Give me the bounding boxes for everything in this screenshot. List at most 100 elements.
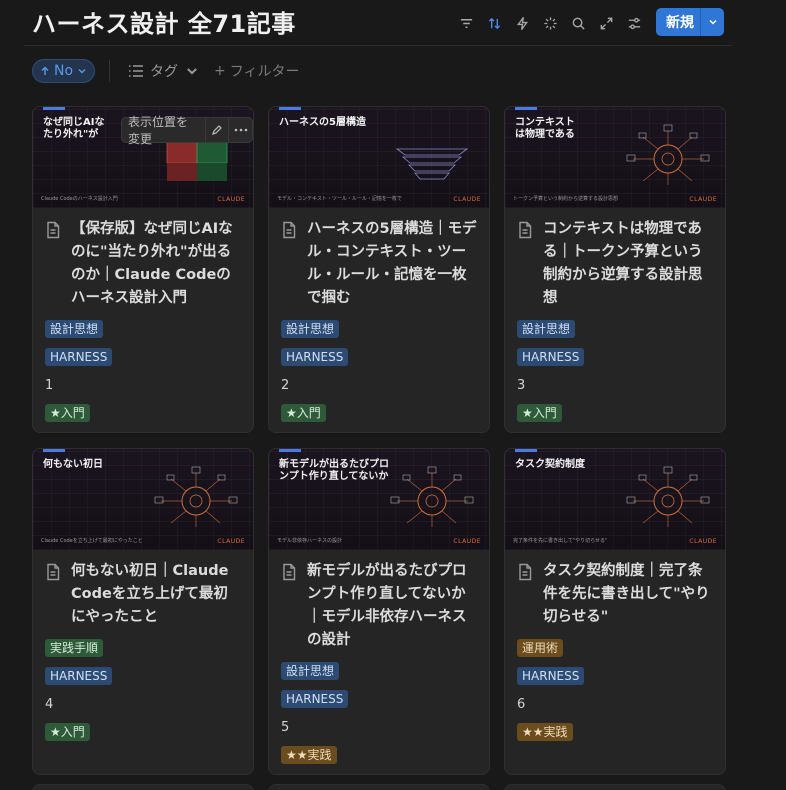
cover-title: 新モデルが出るたびプロ ンプト作り直してないか — [279, 459, 389, 482]
card-body: 【保存版】なぜ同じAIなのに"当たり外れ"が出るのか｜Claude Codeのハ… — [33, 208, 253, 432]
cover-caption: モデル非依存ハーネスの設計 — [277, 538, 343, 544]
gallery-card[interactable]: なぜ同じAIな たり外れ"が Claude Codeのハーネス設計入門 CLAUDE… — [32, 106, 254, 433]
level-tag: ★★実践 — [281, 746, 337, 764]
series-tag: HARNESS — [517, 667, 585, 685]
category-tag: 設計思想 — [281, 662, 340, 680]
category-tag: 実践手順 — [45, 639, 104, 657]
card-title[interactable]: 何もない初日｜Claude Codeを立ち上げて最初にやったこと — [71, 560, 241, 629]
gallery-card[interactable]: 何もない初日 Claude Codeを立ち上げて最初にやったこと CLAUDE 何もな… — [32, 448, 254, 775]
cover-caption: Claude Codeを立ち上げて最初にやったこと — [41, 538, 143, 544]
chevron-down-icon[interactable] — [700, 8, 724, 36]
card-title[interactable]: 【保存版】なぜ同じAIなのに"当たり外れ"が出るのか｜Claude Codeのハ… — [71, 218, 241, 310]
card-cover-image: タスク契約制度完了条件を先に書き出して"やり切らせる" CLAUDE — [505, 449, 725, 550]
chevron-down-icon — [187, 68, 197, 75]
card-body: 何もない初日｜Claude Codeを立ち上げて最初にやったこと実践手順 HARN… — [33, 550, 253, 755]
card-body: ハーネスの5層構造｜モデル・コンテキスト・ツール・ルール・記憶を一枚で掴む設計思… — [269, 208, 489, 432]
plus-icon: + — [214, 63, 226, 79]
filter-icon[interactable] — [452, 12, 480, 34]
reposition-button[interactable]: 表示位置を変更 — [122, 115, 205, 146]
expand-icon[interactable] — [592, 12, 620, 34]
card-hover-toolbar: 表示位置を変更 — [121, 115, 253, 146]
level-tag: ★入門 — [281, 404, 326, 422]
card-body: タスク契約制度｜完了条件を先に書き出して"やり切らせる" 運用術 HARNESS 6 ★… — [505, 550, 725, 755]
cover-title: タスク契約制度 — [515, 459, 585, 470]
cover-brand: CLAUDE — [453, 538, 481, 545]
card-cover-image: 何もない初日 Claude Codeを立ち上げて最初にやったこと CLAUDE — [33, 449, 253, 550]
page-icon — [517, 221, 535, 310]
series-tag: HARNESS — [517, 348, 585, 366]
series-tag: HARNESS — [281, 348, 349, 366]
lightning-icon[interactable] — [508, 12, 536, 34]
new-button[interactable]: 新規 — [656, 8, 724, 36]
card-title[interactable]: タスク契約制度｜完了条件を先に書き出して"やり切らせる" — [543, 560, 713, 629]
level-tag: ★★実践 — [517, 723, 573, 741]
cover-brand: CLAUDE — [689, 538, 717, 545]
card-title[interactable]: コンテキストは物理である｜トークン予算という制約から逆算する設計思想 — [543, 218, 713, 310]
cover-caption: Claude Codeのハーネス設計入門 — [41, 196, 118, 202]
cover-title: コンテキスト は物理である — [515, 117, 575, 140]
gallery-card[interactable] — [268, 784, 490, 790]
level-tag: ★入門 — [45, 723, 90, 741]
page-icon — [45, 221, 63, 310]
settings-icon[interactable] — [620, 12, 648, 34]
series-tag: HARNESS — [45, 667, 113, 685]
category-tag: 運用術 — [517, 639, 564, 657]
list-icon — [129, 65, 144, 77]
new-button-label[interactable]: 新規 — [656, 8, 700, 36]
add-filter-button[interactable]: + フィルター — [214, 61, 299, 81]
cover-brand: CLAUDE — [689, 196, 717, 203]
cover-caption: モデル・コンテキスト・ツール・ルール・記憶を一枚で — [277, 196, 402, 202]
article-number: 5 — [281, 719, 290, 735]
gallery-card[interactable]: 新モデルが出るたびプロ ンプト作り直してないかモデル非依存ハーネスの設計 CLAU… — [268, 448, 490, 775]
cover-brand: CLAUDE — [217, 538, 245, 545]
gallery-card[interactable] — [504, 784, 726, 790]
page-icon — [281, 563, 299, 652]
more-icon[interactable] — [228, 118, 252, 142]
article-number: 1 — [45, 377, 54, 393]
search-icon[interactable] — [564, 12, 592, 34]
gallery-card[interactable]: コンテキスト は物理であるトークン予算という制約から逆算する設計思想 CLAUDE… — [504, 106, 726, 433]
header-divider — [24, 45, 732, 46]
sort-chip-label: No — [54, 63, 74, 79]
header: ハーネス設計 全71記事 新規 — [0, 0, 786, 46]
sort-icon[interactable] — [480, 12, 508, 34]
page-icon — [517, 563, 535, 629]
category-tag: 設計思想 — [281, 320, 340, 338]
category-tag: 設計思想 — [45, 320, 104, 338]
article-number: 4 — [45, 696, 54, 712]
gallery-card[interactable]: ハーネスの5層構造モデル・コンテキスト・ツール・ルール・記憶を一枚で CLAUDE… — [268, 106, 490, 433]
page-title: ハーネス設計 全71記事 — [32, 10, 296, 38]
cover-title: 何もない初日 — [43, 459, 103, 470]
card-body: 新モデルが出るたびプロンプト作り直してないか｜モデル非依存ハーネスの設計設計思想… — [269, 550, 489, 774]
series-tag: HARNESS — [45, 348, 113, 366]
card-body: コンテキストは物理である｜トークン予算という制約から逆算する設計思想設計思想 HA… — [505, 208, 725, 432]
gallery-card[interactable] — [32, 784, 254, 790]
cover-caption: トークン予算という制約から逆算する設計思想 — [513, 196, 619, 202]
page-icon — [45, 563, 63, 629]
cover-brand: CLAUDE — [217, 196, 245, 203]
page-icon — [281, 221, 299, 310]
card-title[interactable]: 新モデルが出るたびプロンプト作り直してないか｜モデル非依存ハーネスの設計 — [307, 560, 477, 652]
category-tag: 設計思想 — [517, 320, 576, 338]
level-tag: ★入門 — [517, 404, 562, 422]
edit-icon[interactable] — [204, 118, 229, 142]
sparkle-icon[interactable] — [536, 12, 564, 34]
card-cover-image: コンテキスト は物理であるトークン予算という制約から逆算する設計思想 CLAUDE — [505, 107, 725, 208]
card-title[interactable]: ハーネスの5層構造｜モデル・コンテキスト・ツール・ルール・記憶を一枚で掴む — [307, 218, 477, 310]
tag-view-button[interactable]: タグ — [128, 61, 200, 81]
cover-caption: 完了条件を先に書き出して"やり切らせる" — [513, 538, 608, 544]
chevron-down-icon — [78, 69, 86, 74]
card-cover-image: ハーネスの5層構造モデル・コンテキスト・ツール・ルール・記憶を一枚で CLAUDE — [269, 107, 489, 208]
cover-brand: CLAUDE — [453, 196, 481, 203]
sort-chip[interactable]: No — [32, 59, 96, 83]
series-tag: HARNESS — [281, 690, 349, 708]
cover-title: ハーネスの5層構造 — [279, 117, 366, 128]
view-toolbar — [452, 12, 648, 34]
article-number: 3 — [517, 377, 526, 393]
arrow-up-icon — [41, 66, 49, 75]
article-number: 6 — [517, 696, 526, 712]
filter-row: No タグ + フィルター — [32, 58, 300, 84]
gallery-card[interactable]: タスク契約制度 完了条件を先に書き出して"やり切らせる" CLAUDE タスク契約制度… — [504, 448, 726, 775]
card-cover-image: 新モデルが出るたびプロ ンプト作り直してないかモデル非依存ハーネスの設計 CLAU… — [269, 449, 489, 550]
article-number: 2 — [281, 377, 290, 393]
